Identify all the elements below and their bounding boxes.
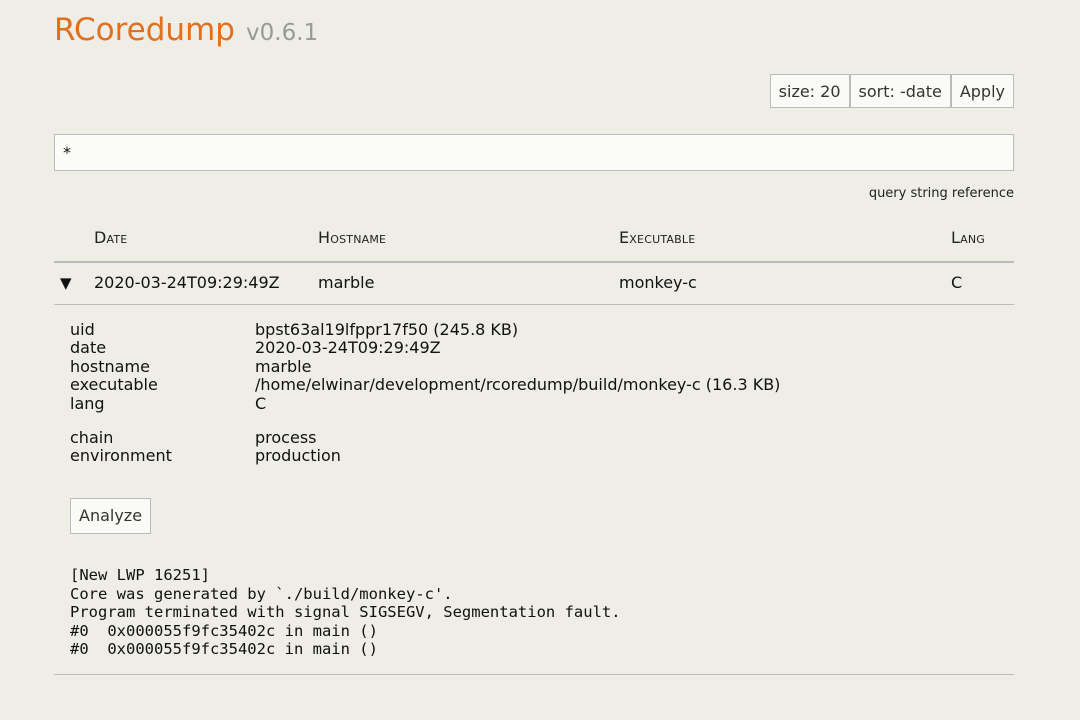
sort-button[interactable]: sort: -date — [849, 74, 951, 108]
detail-value: bpst63al19lfppr17f50 (245.8 KB) — [255, 320, 519, 339]
output-line: Program terminated with signal SIGSEGV, … — [70, 603, 621, 621]
output-line: #0 0x000055f9fc35402c in main () — [70, 640, 378, 658]
table-header: Date Hostname Executable Lang — [54, 228, 1014, 263]
detail-key: executable — [70, 375, 158, 395]
app-version: v0.6.1 — [246, 20, 319, 46]
detail-value: process — [255, 428, 317, 448]
query-controls: size: 20 sort: -date Apply — [769, 74, 1014, 108]
detail-lang: lang C — [70, 393, 1000, 413]
detail-value: 2020-03-24T09:29:49Z — [255, 338, 441, 358]
column-header-lang[interactable]: Lang — [951, 228, 985, 247]
analyze-button[interactable]: Analyze — [70, 498, 152, 534]
detail-value: marble — [255, 356, 312, 376]
size-button[interactable]: size: 20 — [769, 74, 850, 108]
query-string-reference-link[interactable]: query string reference — [869, 186, 1014, 201]
output-line: #0 0x000055f9fc35402c in main () — [70, 621, 378, 640]
row-date: 2020-03-24T09:29:49Z — [94, 273, 280, 292]
detail-executable: executable /home/elwinar/development/rco… — [70, 375, 1000, 395]
coredump-details: uid bpst63al19lfppr17f50 (245.8 KB) date… — [70, 320, 1000, 466]
detail-value: production — [255, 446, 341, 466]
detail-key: lang — [70, 393, 105, 413]
app-header: RCoredump v0.6.1 — [54, 12, 318, 48]
detail-hostname: hostname marble — [70, 356, 1000, 376]
column-header-date[interactable]: Date — [94, 228, 127, 247]
detail-key: uid — [70, 320, 95, 339]
column-header-executable[interactable]: Executable — [619, 228, 695, 247]
app-title: RCoredump — [54, 12, 235, 48]
table-row[interactable]: ▼ 2020-03-24T09:29:49Z marble monkey-c C — [54, 262, 1014, 305]
row-bottom-divider — [54, 674, 1014, 675]
output-line: Core was generated by `./build/monkey-c'… — [70, 584, 453, 603]
detail-chain: chain process — [70, 428, 1000, 448]
collapse-toggle-icon[interactable]: ▼ — [60, 274, 72, 292]
row-lang: C — [951, 273, 963, 292]
detail-key: environment — [70, 446, 172, 466]
detail-uid: uid bpst63al19lfppr17f50 (245.8 KB) — [70, 320, 1000, 339]
row-executable: monkey-c — [619, 273, 697, 292]
analysis-output: [New LWP 16251] Core was generated by `.… — [70, 566, 621, 659]
output-line: [New LWP 16251] — [70, 566, 210, 584]
detail-environment: environment production — [70, 446, 1000, 466]
detail-value: /home/elwinar/development/rcoredump/buil… — [255, 375, 781, 395]
column-header-hostname[interactable]: Hostname — [318, 228, 386, 247]
detail-value: C — [255, 393, 267, 413]
detail-spacer — [70, 413, 1000, 429]
detail-key: chain — [70, 428, 114, 448]
row-hostname: marble — [318, 273, 375, 292]
detail-key: date — [70, 338, 107, 358]
apply-button[interactable]: Apply — [950, 74, 1014, 108]
detail-date: date 2020-03-24T09:29:49Z — [70, 338, 1000, 358]
detail-key: hostname — [70, 356, 150, 376]
search-input[interactable] — [54, 134, 1014, 171]
